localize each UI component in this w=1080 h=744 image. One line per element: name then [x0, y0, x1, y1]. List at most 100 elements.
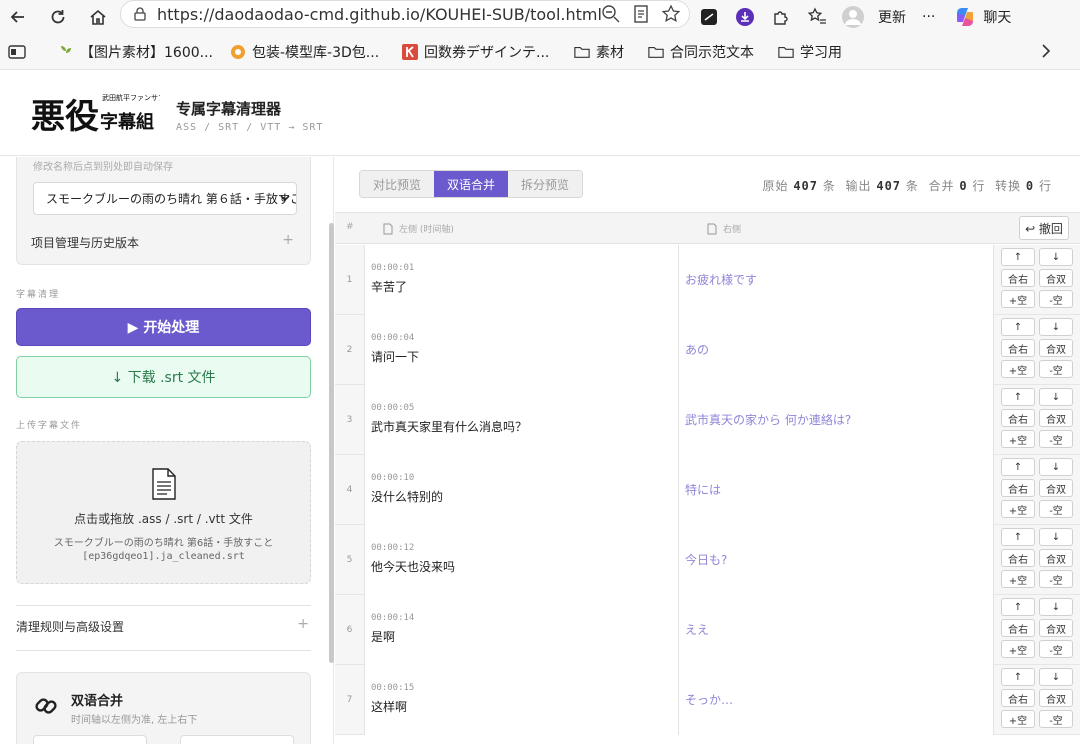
move-down-button[interactable]: ↓	[1039, 388, 1073, 406]
move-down-button[interactable]: ↓	[1039, 528, 1073, 546]
url-text[interactable]: https://daodaodao-cmd.github.io/KOUHEI-S…	[157, 5, 602, 24]
zoom-icon[interactable]	[601, 4, 621, 28]
move-down-button[interactable]: ↓	[1039, 668, 1073, 686]
merge-right-button[interactable]: 合右	[1001, 269, 1035, 287]
left-cell[interactable]: 00:00:01 辛苦了	[365, 245, 679, 315]
row-timestamp: 00:00:04	[371, 333, 415, 343]
remove-blank-button[interactable]: -空	[1039, 430, 1073, 448]
left-cell[interactable]: 00:00:10 没什么特别的	[365, 455, 679, 525]
move-down-button[interactable]: ↓	[1039, 458, 1073, 476]
move-up-button[interactable]: ↑	[1001, 598, 1035, 616]
move-up-button[interactable]: ↑	[1001, 528, 1035, 546]
row-chinese-text: 是啊	[371, 630, 396, 644]
update-button[interactable]: 更新	[878, 7, 906, 27]
move-up-button[interactable]: ↑	[1001, 248, 1035, 266]
favorites-list-icon[interactable]	[804, 4, 830, 30]
remove-blank-button[interactable]: -空	[1039, 710, 1073, 728]
merge-both-button[interactable]: 合双	[1039, 619, 1073, 637]
tab-compare-preview[interactable]: 对比预览	[360, 171, 434, 197]
remove-blank-button[interactable]: -空	[1039, 640, 1073, 658]
project-select[interactable]: スモークブルーの雨のち晴れ 第６話・手放すこと	[33, 182, 297, 215]
bookmark-item[interactable]: 学习用	[778, 42, 842, 62]
download-srt-button[interactable]: ↓ 下载 .srt 文件	[16, 356, 311, 398]
table-row: 7 00:00:15 这样啊 そっか… ↑ ↓ 合右 合双 +空 -空	[335, 665, 1080, 735]
add-blank-button[interactable]: +空	[1001, 570, 1035, 588]
left-cell[interactable]: 00:00:12 他今天也没来吗	[365, 525, 679, 595]
row-chinese-text: 请问一下	[371, 350, 420, 364]
rules-toggle[interactable]: 清理规则与高级设置 +	[16, 609, 311, 641]
tab-list-icon[interactable]	[8, 44, 26, 64]
move-down-button[interactable]: ↓	[1039, 248, 1073, 266]
right-cell[interactable]: あの	[679, 315, 994, 385]
left-cell[interactable]: 00:00:15 这样啊	[365, 665, 679, 735]
merge-right-button[interactable]: 合右	[1001, 689, 1035, 707]
remove-blank-button[interactable]: -空	[1039, 290, 1073, 308]
merge-title: 双语合并	[71, 694, 124, 709]
merge-right-input[interactable]	[180, 735, 294, 744]
merge-right-button[interactable]: 合右	[1001, 549, 1035, 567]
upload-dropzone[interactable]: 点击或拖放 .ass / .srt / .vtt 文件 スモークブルーの雨のち晴…	[16, 441, 311, 584]
upload-prompt: 点击或拖放 .ass / .srt / .vtt 文件	[74, 512, 253, 526]
bookmark-item[interactable]: 素材	[574, 42, 624, 62]
merge-both-button[interactable]: 合双	[1039, 479, 1073, 497]
right-cell[interactable]: お疲れ様です	[679, 245, 994, 315]
merge-both-button[interactable]: 合双	[1039, 409, 1073, 427]
left-cell[interactable]: 00:00:14 是啊	[365, 595, 679, 665]
chevron-right-icon[interactable]	[1040, 43, 1052, 63]
move-up-button[interactable]: ↑	[1001, 318, 1035, 336]
copilot-chat-button[interactable]: 聊天	[953, 5, 1011, 29]
address-bar[interactable]: https://daodaodao-cmd.github.io/KOUHEI-S…	[120, 0, 690, 28]
bookmark-item[interactable]: 包装-模型库-3D包...	[230, 42, 379, 62]
add-blank-button[interactable]: +空	[1001, 430, 1035, 448]
merge-right-button[interactable]: 合右	[1001, 339, 1035, 357]
move-down-button[interactable]: ↓	[1039, 318, 1073, 336]
merge-right-button[interactable]: 合右	[1001, 409, 1035, 427]
remove-blank-button[interactable]: -空	[1039, 570, 1073, 588]
right-cell[interactable]: 特には	[679, 455, 994, 525]
back-icon[interactable]	[0, 0, 36, 34]
merge-both-button[interactable]: 合双	[1039, 339, 1073, 357]
extension-dark-icon[interactable]	[696, 4, 722, 30]
left-cell[interactable]: 00:00:05 武市真天家里有什么消息吗？	[365, 385, 679, 455]
avatar[interactable]	[840, 4, 866, 30]
right-cell[interactable]: 武市真天の家から 何か連絡は?	[679, 385, 994, 455]
reader-icon[interactable]	[631, 4, 651, 28]
move-up-button[interactable]: ↑	[1001, 458, 1035, 476]
tab-bilingual-merge[interactable]: 双语合并	[434, 171, 508, 197]
merge-both-button[interactable]: 合双	[1039, 269, 1073, 287]
left-cell[interactable]: 00:00:04 请问一下	[365, 315, 679, 385]
merge-left-input[interactable]	[33, 735, 147, 744]
merge-both-button[interactable]: 合双	[1039, 689, 1073, 707]
more-menu-icon[interactable]: ···	[922, 9, 935, 25]
sidebar-scrollbar[interactable]	[329, 223, 334, 663]
right-cell[interactable]: そっか…	[679, 665, 994, 735]
bookmark-item[interactable]: 回数券デザインテ...	[402, 42, 549, 62]
reload-icon[interactable]	[40, 0, 76, 34]
add-blank-button[interactable]: +空	[1001, 640, 1035, 658]
bookmark-item[interactable]: 【图片素材】1600...	[58, 42, 213, 62]
puzzle-icon[interactable]	[768, 4, 794, 30]
remove-blank-button[interactable]: -空	[1039, 500, 1073, 518]
start-process-button[interactable]: ▶ 开始处理	[16, 308, 311, 346]
tab-split-preview[interactable]: 拆分预览	[508, 171, 582, 197]
add-blank-button[interactable]: +空	[1001, 710, 1035, 728]
download-badge-icon[interactable]	[732, 4, 758, 30]
right-cell[interactable]: 今日も?	[679, 525, 994, 595]
move-down-button[interactable]: ↓	[1039, 598, 1073, 616]
add-blank-button[interactable]: +空	[1001, 500, 1035, 518]
move-up-button[interactable]: ↑	[1001, 388, 1035, 406]
bookmark-item[interactable]: 合同示范文本	[648, 42, 754, 62]
right-cell[interactable]: ええ	[679, 595, 994, 665]
merge-right-button[interactable]: 合右	[1001, 619, 1035, 637]
home-icon[interactable]	[80, 0, 116, 34]
project-history-toggle[interactable]: 项目管理与历史版本 +	[17, 226, 310, 256]
merge-both-button[interactable]: 合双	[1039, 549, 1073, 567]
favorite-star-icon[interactable]	[661, 4, 681, 28]
undo-button[interactable]: ↩ 撤回	[1019, 216, 1069, 240]
move-up-button[interactable]: ↑	[1001, 668, 1035, 686]
add-blank-button[interactable]: +空	[1001, 290, 1035, 308]
lock-icon[interactable]	[131, 7, 149, 21]
merge-right-button[interactable]: 合右	[1001, 479, 1035, 497]
add-blank-button[interactable]: +空	[1001, 360, 1035, 378]
remove-blank-button[interactable]: -空	[1039, 360, 1073, 378]
